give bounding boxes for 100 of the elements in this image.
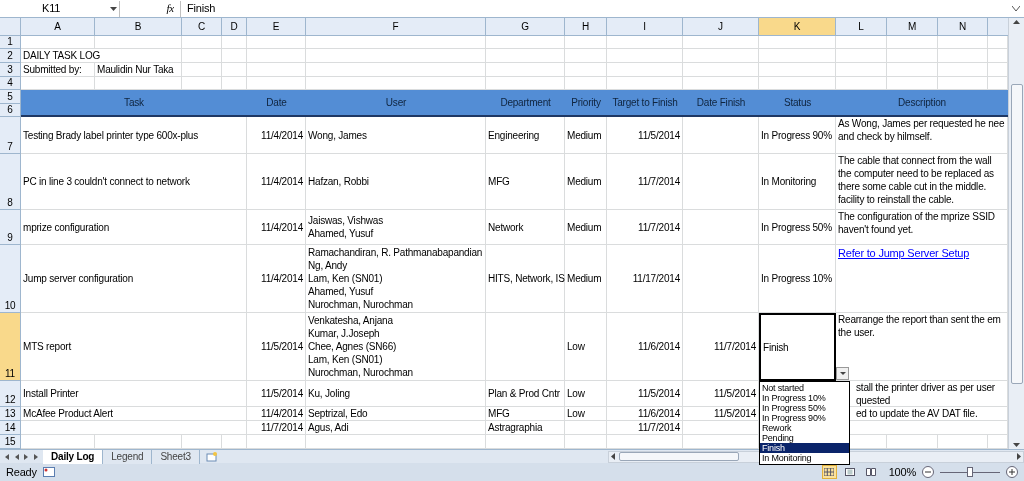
target-date-cell: 11/6/2014: [607, 313, 683, 381]
list-option[interactable]: In Monitoring: [760, 453, 849, 463]
column-header[interactable]: J: [683, 18, 759, 36]
row-header[interactable]: 12: [0, 381, 21, 407]
zoom-in-icon[interactable]: [1006, 466, 1018, 478]
empty-cell: [565, 49, 607, 63]
sheet-tab[interactable]: Legend: [103, 449, 153, 464]
column-title: Task: [21, 90, 247, 117]
column-header[interactable]: B: [95, 18, 182, 36]
target-date-cell: 11/6/2014: [607, 407, 683, 421]
row-header[interactable]: 15: [0, 435, 21, 449]
list-option[interactable]: Pending: [760, 433, 849, 443]
row-header[interactable]: 2: [0, 49, 21, 63]
column-header[interactable]: M: [887, 18, 938, 36]
sheet-tab[interactable]: Daily Log: [43, 449, 104, 464]
finish-date-cell: 11/7/2014: [683, 313, 759, 381]
task-cell: mprize configuration: [21, 210, 247, 245]
date-cell: 11/5/2014: [247, 313, 306, 381]
status-cell: In Progress 10%: [759, 245, 836, 313]
scroll-right-icon[interactable]: [1017, 453, 1021, 460]
column-title: Target to Finish: [607, 90, 683, 117]
view-button[interactable]: [842, 465, 858, 479]
zoom-out-icon[interactable]: [922, 466, 934, 478]
zoom-slider-thumb[interactable]: [967, 466, 973, 477]
view-button[interactable]: [863, 465, 879, 479]
column-header[interactable]: F: [306, 18, 486, 36]
column-title: Date: [247, 90, 306, 117]
department-cell: Astragraphia: [486, 421, 565, 435]
dropdown-button[interactable]: [836, 367, 849, 380]
date-cell: 11/4/2014: [247, 117, 306, 154]
dropdown-caret-icon[interactable]: [110, 6, 117, 11]
user-cell: Hafzan, Robbi: [306, 154, 486, 210]
column-header[interactable]: I: [607, 18, 683, 36]
date-cell: 11/4/2014: [247, 154, 306, 210]
column-header[interactable]: A: [21, 18, 95, 36]
insert-function-button[interactable]: fx: [166, 2, 174, 15]
date-cell: 11/4/2014: [247, 210, 306, 245]
empty-cell: [938, 63, 988, 77]
task-cell: PC in line 3 couldn't connect to network: [21, 154, 247, 210]
date-cell: 11/5/2014: [247, 381, 306, 407]
user-cell: Jaiswas, Vishwas Ahamed, Yusuf: [306, 210, 486, 245]
column-header[interactable]: G: [486, 18, 565, 36]
user-cell: Ku, Joling: [306, 381, 486, 407]
priority-cell: Medium: [565, 210, 607, 245]
jump-server-link[interactable]: Refer to Jump Server Setup: [838, 247, 970, 260]
vertical-scrollbar[interactable]: [1008, 18, 1024, 449]
empty-cell: [938, 49, 988, 63]
target-date-cell: 11/17/2014: [607, 245, 683, 313]
scroll-left-icon[interactable]: [610, 453, 615, 460]
book-icon: [866, 468, 877, 476]
expand-icon[interactable]: [1012, 6, 1020, 11]
row-header[interactable]: 1: [0, 36, 21, 49]
row-header[interactable]: 5: [0, 90, 21, 104]
macro-record-icon[interactable]: [42, 467, 55, 477]
scroll-down-icon[interactable]: [1013, 443, 1020, 447]
column-header[interactable]: H: [565, 18, 607, 36]
submitter-name: Maulidin Nur Taka: [95, 63, 182, 77]
department-cell: Network: [486, 210, 565, 245]
column-header[interactable]: N: [938, 18, 988, 36]
row-header[interactable]: 13: [0, 407, 21, 421]
column-title: Priority: [565, 90, 607, 117]
department-cell: Plan & Prod Cntr: [486, 381, 565, 407]
column-header[interactable]: C: [182, 18, 222, 36]
empty-cell: [222, 63, 247, 77]
scroll-thumb[interactable]: [618, 452, 739, 461]
sheet-title: DAILY TASK LOG: [21, 49, 182, 63]
column-title: Status: [759, 90, 836, 117]
target-date-cell: 11/7/2014: [607, 210, 683, 245]
target-date-cell: 11/7/2014: [607, 421, 683, 435]
empty-cell: [887, 36, 938, 49]
row-header[interactable]: 3: [0, 63, 21, 77]
view-button[interactable]: [821, 465, 837, 479]
list-option[interactable]: Finish: [760, 443, 849, 453]
row-header[interactable]: 8: [0, 154, 21, 210]
grid-icon: [824, 468, 835, 476]
list-option[interactable]: Rework: [760, 423, 849, 433]
priority-cell: Low: [565, 313, 607, 381]
column-header[interactable]: L: [836, 18, 887, 36]
empty-cell: [247, 63, 306, 77]
name-box[interactable]: K11: [0, 0, 120, 17]
user-cell: Venkatesha, Anjana Kumar, J.Joseph Chee, Agnes (SN66) Lam, Ken (SN01) Nurochman, Nurochman: [306, 313, 486, 381]
empty-cell: [565, 36, 607, 49]
row-header[interactable]: 10: [0, 245, 21, 313]
column-title: Date Finish: [683, 90, 759, 117]
scroll-up-icon[interactable]: [1013, 20, 1020, 24]
column-header[interactable]: D: [222, 18, 247, 36]
column-header[interactable]: K: [759, 18, 836, 36]
scroll-thumb[interactable]: [1010, 83, 1023, 384]
empty-cell: [222, 49, 247, 63]
row-header[interactable]: 9: [0, 210, 21, 245]
row-header[interactable]: 4: [0, 77, 21, 90]
column-header[interactable]: E: [247, 18, 306, 36]
task-cell: Jump server configuration: [21, 245, 247, 313]
zoom-level[interactable]: 100%: [888, 465, 916, 479]
row-header[interactable]: 14: [0, 421, 21, 435]
column-title: User: [306, 90, 486, 117]
sheet-tab[interactable]: Sheet3: [152, 449, 200, 464]
row-header[interactable]: 7: [0, 117, 21, 154]
row-header[interactable]: 11: [0, 313, 21, 381]
formula-input[interactable]: Finish: [180, 0, 1012, 17]
